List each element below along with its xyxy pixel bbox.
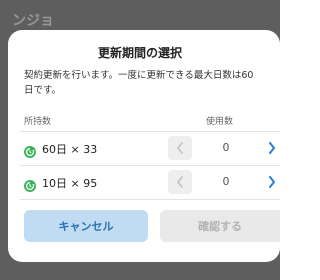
used-count: 0 — [222, 141, 230, 154]
screen: ンジョ 更新期間の選択 契約更新を行います。一度に更新できる最大日数は60日です… — [0, 0, 280, 280]
item-row-10-days: 10日 × 95 0 — [20, 168, 280, 198]
confirm-button[interactable]: 確認する — [160, 210, 280, 242]
dialog-description: 契約更新を行います。一度に更新できる最大日数は60日です。 — [24, 70, 254, 96]
used-count: 0 — [222, 175, 230, 188]
increment-button[interactable] — [260, 170, 280, 194]
clock-refresh-icon — [24, 143, 36, 158]
item-row-60-days: 60日 × 33 0 — [20, 134, 280, 164]
renewal-period-dialog: 更新期間の選択 契約更新を行います。一度に更新できる最大日数は60日です。 所持… — [8, 30, 280, 262]
chevron-right-icon — [269, 142, 275, 154]
divider — [20, 131, 280, 132]
clock-refresh-icon — [24, 177, 36, 192]
item-label: 60日 × 33 — [42, 143, 98, 156]
chevron-left-icon — [177, 176, 183, 188]
divider — [20, 165, 280, 166]
cancel-button[interactable]: キャンセル — [24, 210, 148, 242]
increment-button[interactable] — [260, 136, 280, 160]
divider — [20, 199, 280, 200]
chevron-left-icon — [177, 142, 183, 154]
decrement-button[interactable] — [168, 170, 192, 194]
dialog-title: 更新期間の選択 — [97, 46, 182, 60]
column-header-owned: 所持数 — [24, 117, 52, 127]
column-header-used: 使用数 — [206, 117, 234, 127]
decrement-button[interactable] — [168, 136, 192, 160]
chevron-right-icon — [269, 176, 275, 188]
item-label: 10日 × 95 — [42, 177, 98, 190]
